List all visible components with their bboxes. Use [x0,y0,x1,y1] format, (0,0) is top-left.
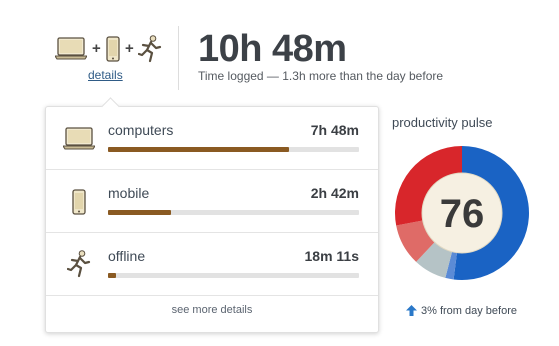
category-label: mobile [108,185,150,201]
productivity-pulse-title: productivity pulse [392,115,493,130]
category-progress-fill [108,273,116,278]
category-row-mobile[interactable]: mobile 2h 42m [46,170,378,233]
pulse-change: 3% from day before [406,305,517,317]
category-label: offline [108,248,146,264]
device-summary: + + [55,35,165,63]
plus-icon: + [92,40,101,57]
see-more-details-link[interactable]: see more details [46,304,378,316]
category-row-computers[interactable]: computers 7h 48m [46,107,378,170]
category-progress-fill [108,210,171,215]
total-time-logged: 10h 48m [198,28,347,70]
category-progress-fill [108,147,289,152]
laptop-icon [63,127,95,150]
phone-icon [106,36,120,62]
laptop-icon [55,37,87,60]
category-time: 7h 48m [310,122,359,138]
running-person-icon [67,250,91,278]
category-progress-track [108,273,359,278]
plus-icon: + [125,40,134,57]
category-label: computers [108,122,174,138]
up-arrow-icon [406,305,417,316]
productivity-pulse-donut[interactable]: 76 [394,145,530,281]
category-progress-track [108,210,359,215]
category-time: 2h 42m [310,185,359,201]
running-person-icon [138,35,162,63]
details-link[interactable]: details [88,68,123,82]
phone-icon [72,189,86,215]
header-divider [178,26,179,90]
pulse-change-text: 3% from day before [421,305,517,317]
time-logged-subtitle: Time logged — 1.3h more than the day bef… [198,69,444,83]
category-progress-track [108,147,359,152]
category-time: 18m 11s [304,248,360,264]
pulse-score: 76 [440,192,485,236]
device-breakdown-panel: computers 7h 48m mobile 2h 42m offline 1… [45,97,379,333]
category-row-offline[interactable]: offline 18m 11s [46,233,378,296]
